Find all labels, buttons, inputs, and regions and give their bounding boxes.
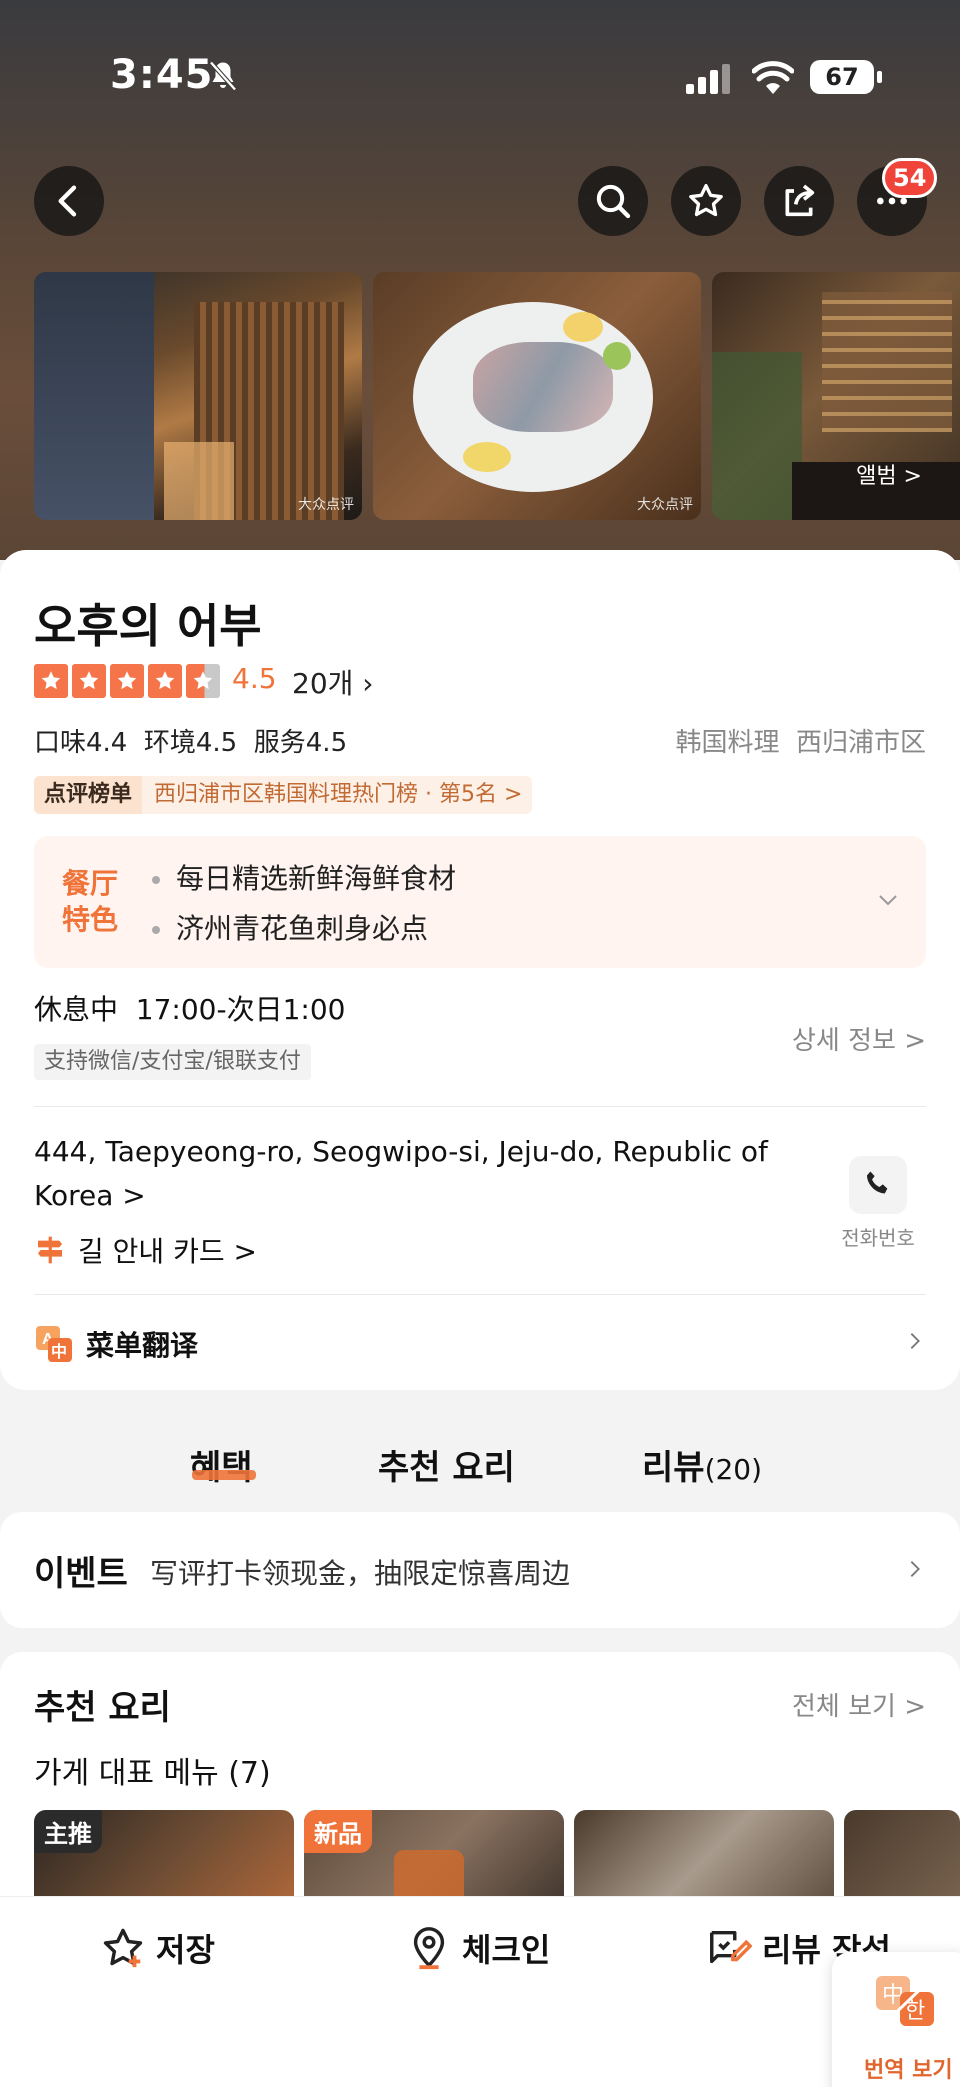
bullet-icon bbox=[152, 926, 160, 934]
battery-indicator: 67 bbox=[810, 60, 882, 94]
edit-review-icon bbox=[710, 1930, 752, 1964]
search-icon bbox=[596, 184, 631, 219]
star-icon bbox=[689, 184, 723, 217]
features-label: 餐厅特色 bbox=[62, 867, 119, 936]
half-star-icon bbox=[186, 664, 220, 698]
dish-card[interactable] bbox=[844, 1810, 960, 1910]
chevron-right-icon: › bbox=[362, 667, 374, 700]
chevron-right-icon bbox=[910, 1333, 920, 1349]
detail-info-link[interactable]: 상세 정보 > bbox=[792, 1020, 926, 1057]
route-label: 길 안내 카드 > bbox=[78, 1235, 257, 1268]
photo-watermark: 大众点评 bbox=[637, 497, 693, 513]
location-pin-icon bbox=[413, 1927, 445, 1970]
ranking-text: 西归浦市区韩国料理热门榜 · 第5名 > bbox=[154, 782, 523, 807]
dish-tag: 主推 bbox=[34, 1810, 102, 1853]
back-button[interactable] bbox=[34, 166, 104, 236]
tab-benefits[interactable]: 혜택 bbox=[190, 1440, 253, 1489]
divider bbox=[34, 1106, 926, 1107]
event-title: 이벤트 bbox=[34, 1554, 128, 1594]
chevron-left-icon bbox=[58, 185, 77, 217]
star-icon bbox=[72, 664, 106, 698]
tab-reviews-label: 리뷰 bbox=[642, 1448, 705, 1488]
save-button[interactable]: 저장 bbox=[100, 1925, 215, 1971]
tab-reviews-count: (20) bbox=[704, 1453, 763, 1486]
bullet-icon bbox=[152, 876, 160, 884]
bell-off-icon bbox=[209, 61, 237, 91]
ranking-tag: 点评榜单 bbox=[34, 776, 143, 814]
feature-item: 每日精选新鲜海鲜食材 bbox=[152, 854, 456, 904]
tab-recommended-dishes[interactable]: 추천 요리 bbox=[378, 1440, 515, 1489]
phone-button[interactable]: 전화번호 bbox=[830, 1156, 926, 1251]
cuisine-area: 韩国料理 西归浦市区 bbox=[675, 728, 926, 758]
photo-carousel[interactable]: 大众点评 大众点评 앨범 > bbox=[34, 272, 960, 520]
review-count: 20개 bbox=[292, 667, 354, 700]
event-row[interactable]: 이벤트 写评打卡领现金，抽限定惊喜周边 bbox=[0, 1512, 960, 1628]
address-link[interactable]: 444, Taepyeong-ro, Seogwipo-si, Jeju-do,… bbox=[34, 1130, 804, 1218]
section-tabs: 혜택 추천 요리 리뷰(20) bbox=[0, 1430, 960, 1500]
checkin-button[interactable]: 체크인 bbox=[406, 1925, 550, 1971]
restaurant-name: 오후의 어부 bbox=[34, 599, 262, 653]
payment-methods: 支持微信/支付宝/银联支付 bbox=[34, 1044, 311, 1080]
route-card-link[interactable]: 길 안내 카드 > bbox=[34, 1230, 257, 1270]
translate-view-label: 번역 보기 bbox=[864, 2058, 953, 2083]
menu-translate-row[interactable]: A 中 菜单翻译 bbox=[34, 1324, 198, 1364]
sub-scores: 口味4.4 环境4.5 服务4.5 bbox=[34, 728, 348, 758]
search-button[interactable] bbox=[578, 166, 648, 236]
business-hours: 休息中 17:00-次日1:00 bbox=[34, 993, 346, 1026]
translate-icon: 中 한 bbox=[876, 1976, 934, 2028]
features-list: 每日精选新鲜海鲜食材 济州青花鱼刺身必点 bbox=[152, 854, 456, 954]
tab-reviews[interactable]: 리뷰(20) bbox=[642, 1440, 762, 1489]
chevron-right-icon bbox=[910, 1561, 920, 1577]
wifi-icon bbox=[752, 61, 794, 94]
view-all-link[interactable]: 전체 보기 > bbox=[792, 1686, 926, 1723]
rating-score: 4.5 bbox=[232, 662, 277, 695]
dish-card[interactable]: 主推 bbox=[34, 1810, 294, 1910]
star-plus-icon bbox=[103, 1928, 143, 1968]
signature-menu-label: 가게 대표 메뉴 (7) bbox=[34, 1756, 271, 1791]
event-text: 写评打卡领现金，抽限定惊喜周边 bbox=[150, 1557, 571, 1590]
bottom-action-bar: 저장 체크인 리뷰 작성 bbox=[0, 1896, 960, 2087]
translate-icon: A 中 bbox=[36, 1326, 72, 1362]
svg-text:中: 中 bbox=[51, 1342, 67, 1361]
status-bar: 3:45 67 bbox=[0, 52, 960, 102]
phone-icon bbox=[866, 1171, 888, 1194]
favorite-button[interactable] bbox=[671, 166, 741, 236]
album-link[interactable]: 앨범 > bbox=[856, 458, 922, 490]
hero-header: 3:45 67 54 大众点评 大众点评 앨범 > bbox=[0, 0, 960, 560]
review-count-link[interactable]: 20개 › bbox=[292, 662, 374, 702]
menu-translate-label: 菜单翻译 bbox=[86, 1329, 199, 1362]
photo-watermark: 大众点评 bbox=[298, 497, 354, 513]
chevron-down-icon bbox=[879, 895, 897, 906]
dish-tag: 新品 bbox=[304, 1810, 372, 1853]
divider bbox=[34, 1294, 926, 1295]
photo-interior[interactable] bbox=[712, 272, 960, 520]
notification-badge: 54 bbox=[882, 158, 938, 198]
active-tab-indicator bbox=[192, 1470, 256, 1480]
phone-icon-container bbox=[849, 1156, 907, 1214]
star-rating bbox=[34, 664, 220, 698]
signpost-icon bbox=[38, 1236, 62, 1264]
dish-card[interactable]: 新品 bbox=[304, 1810, 564, 1910]
photo-sashimi[interactable]: 大众点评 bbox=[373, 272, 701, 520]
dish-card[interactable] bbox=[574, 1810, 834, 1910]
star-icon bbox=[34, 664, 68, 698]
save-label: 저장 bbox=[156, 1931, 215, 1969]
star-icon bbox=[110, 664, 144, 698]
cellular-signal-icon bbox=[686, 64, 730, 94]
ranking-badge[interactable]: 点评榜单 西归浦市区韩国料理热门榜 · 第5名 > bbox=[34, 776, 533, 814]
phone-label: 전화번호 bbox=[841, 1226, 915, 1250]
photo-storefront[interactable]: 大众点评 bbox=[34, 272, 362, 520]
checkin-label: 체크인 bbox=[462, 1931, 551, 1969]
restaurant-info-card: 오후의 어부 4.5 20개 › 口味4.4 环境4.5 服务4.5 韩国料理 … bbox=[0, 550, 960, 1390]
status-time: 3:45 bbox=[110, 52, 214, 98]
recommended-title: 추천 요리 bbox=[34, 1688, 171, 1728]
feature-item: 济州青花鱼刺身必点 bbox=[152, 904, 456, 954]
star-icon bbox=[148, 664, 182, 698]
share-icon bbox=[785, 184, 815, 217]
restaurant-features[interactable]: 餐厅特色 每日精选新鲜海鲜食材 济州青花鱼刺身必点 bbox=[34, 836, 926, 968]
share-button[interactable] bbox=[764, 166, 834, 236]
translate-view-button[interactable]: 中 한 번역 보기 bbox=[832, 1952, 960, 2087]
